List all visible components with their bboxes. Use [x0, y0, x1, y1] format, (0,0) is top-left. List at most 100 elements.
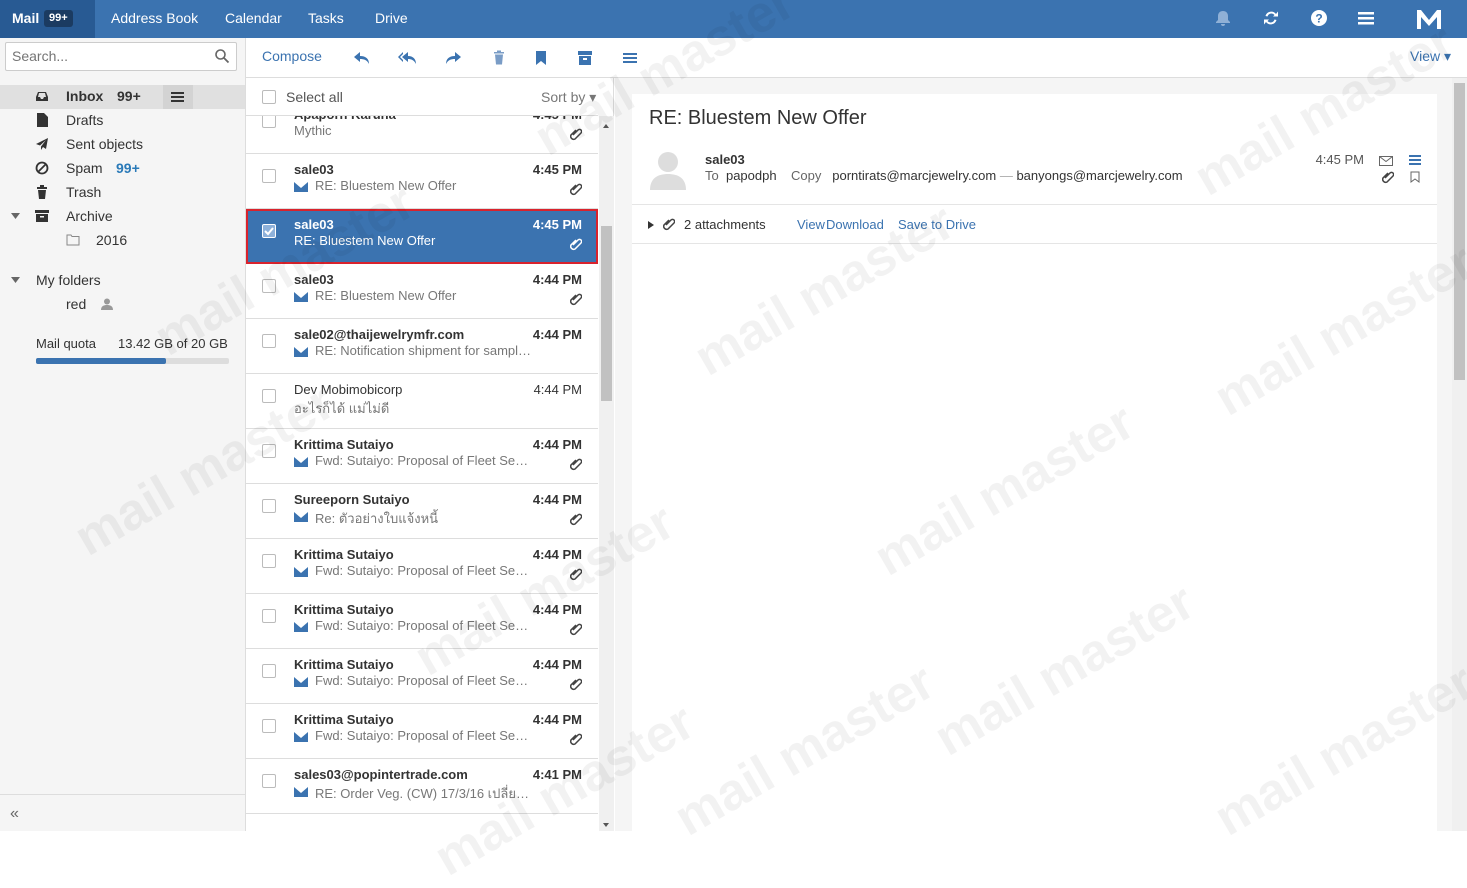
list-item[interactable]: Krittima Sutaiyo 4:44 PM Fwd: Sutaiyo: Pro… [246, 429, 598, 484]
message-checkbox[interactable] [262, 664, 276, 678]
paperclip-icon [569, 732, 583, 746]
message-sender: sale03 [294, 162, 334, 177]
search-icon[interactable] [214, 48, 230, 64]
trash-icon [37, 185, 47, 199]
folder-red[interactable]: red [0, 293, 245, 317]
cc-recipient-1[interactable]: porntirats@marcjewelry.com [832, 168, 996, 183]
message-checkbox[interactable] [262, 116, 276, 128]
collapse-sidebar-icon[interactable]: « [10, 805, 19, 823]
to-recipient[interactable]: papodph [726, 168, 777, 183]
help-icon[interactable]: ? [1309, 9, 1329, 29]
message-checkbox[interactable] [262, 554, 276, 568]
list-item[interactable]: Dev Mobimobicorp 4:44 PM อะไรก็ได้ แม่ไม่ด… [246, 374, 598, 429]
list-item[interactable]: Krittima Sutaiyo 4:44 PM Fwd: Sutaiyo: Pro… [246, 704, 598, 759]
search-box[interactable] [5, 42, 237, 71]
folder-inbox[interactable]: Inbox 99+ [0, 85, 245, 109]
list-item[interactable]: Krittima Sutaiyo 4:44 PM Fwd: Sutaiyo: Pro… [246, 594, 598, 649]
envelope-icon [294, 347, 308, 357]
menu-icon[interactable] [1356, 9, 1376, 29]
reader-scrollbar[interactable] [1452, 78, 1467, 831]
folder-archive-2016[interactable]: 2016 [0, 229, 245, 253]
list-item[interactable]: Sureeporn Sutaiyo 4:44 PM Re: ตัวอย่างใบแจ… [246, 484, 598, 539]
bookmark-icon[interactable] [532, 49, 550, 67]
nav-address-book[interactable]: Address Book [111, 10, 198, 26]
folder-spam[interactable]: Spam 99+ [0, 157, 245, 181]
cc-recipient-2[interactable]: banyongs@marcjewelry.com [1016, 168, 1182, 183]
message-time: 4:44 PM [532, 327, 582, 342]
compose-button[interactable]: Compose [262, 48, 322, 64]
delete-icon[interactable] [490, 49, 508, 67]
folder-sent[interactable]: Sent objects [0, 133, 245, 157]
save-to-drive-link[interactable]: Save to Drive [898, 217, 976, 232]
search-input[interactable] [12, 48, 207, 64]
message-subject: Fwd: Sutaiyo: Proposal of Fleet Semina..… [315, 728, 535, 743]
folder-trash[interactable]: Trash [0, 181, 245, 205]
message-checkbox[interactable] [262, 334, 276, 348]
folder-archive[interactable]: Archive [0, 205, 245, 229]
bookmark-icon[interactable] [1410, 171, 1420, 183]
view-dropdown[interactable]: View ▾ [1410, 48, 1451, 65]
caret-right-icon[interactable] [648, 221, 654, 229]
download-attachments-link[interactable]: Download [826, 217, 884, 232]
message-checkbox[interactable] [262, 499, 276, 513]
mailmaster-logo-icon [1416, 8, 1442, 30]
nav-drive[interactable]: Drive [375, 10, 408, 26]
folder-inbox-label: Inbox [66, 88, 104, 104]
message-sender: Krittima Sutaiyo [294, 712, 394, 727]
list-item[interactable]: sale03 4:45 PM RE: Bluestem New Offer [246, 154, 598, 209]
message-checkbox[interactable] [262, 389, 276, 403]
message-time: 4:45 PM [532, 162, 582, 177]
paperclip-icon [569, 292, 583, 306]
list-item[interactable]: sale03 4:44 PM RE: Bluestem New Offer [246, 264, 598, 319]
sort-by-dropdown[interactable]: Sort by ▾ [541, 89, 596, 106]
nav-tasks[interactable]: Tasks [308, 10, 344, 26]
attachments-count: 2 attachments [684, 217, 766, 232]
attachments-row: 2 attachments View Download Save to Driv… [632, 204, 1437, 244]
envelope-icon [294, 732, 308, 742]
message-checkbox[interactable] [262, 609, 276, 623]
folder-drafts[interactable]: Drafts [0, 109, 245, 133]
list-item[interactable]: Krittima Sutaiyo 4:44 PM Fwd: Sutaiyo: Pro… [246, 539, 598, 594]
list-scrollbar[interactable] [599, 116, 614, 831]
caret-down-icon[interactable] [11, 213, 20, 219]
top-bar: Mail 99+ Address Book Calendar Tasks Dri… [0, 0, 1467, 38]
view-attachments-link[interactable]: View [797, 217, 825, 232]
list-item[interactable]: sale03 4:45 PM RE: Bluestem New Offer [246, 209, 598, 264]
reply-all-icon[interactable] [398, 49, 416, 67]
folder-menu-button[interactable] [163, 85, 193, 109]
message-checkbox[interactable] [262, 279, 276, 293]
reply-icon[interactable] [353, 49, 371, 67]
message-time: 4:41 PM [532, 767, 582, 782]
mail-tab[interactable]: Mail 99+ [0, 0, 95, 38]
message-checkbox[interactable] [262, 444, 276, 458]
bell-icon[interactable] [1213, 9, 1233, 29]
sender-name[interactable]: sale03 [705, 152, 745, 167]
forward-icon[interactable] [444, 49, 462, 67]
message-time: 4:44 PM [532, 437, 582, 452]
list-item[interactable]: sale02@thaijewelrymfr.com 4:44 PM RE: Noti… [246, 319, 598, 374]
caret-down-icon[interactable] [11, 277, 20, 283]
reader-scroll-thumb[interactable] [1454, 83, 1465, 380]
my-folders-header[interactable]: My folders [0, 269, 245, 293]
more-menu-icon[interactable] [621, 49, 639, 67]
message-sender: Krittima Sutaiyo [294, 437, 394, 452]
message-checkbox[interactable] [262, 169, 276, 183]
refresh-icon[interactable] [1261, 9, 1281, 29]
draft-icon [37, 113, 48, 127]
archive-icon[interactable] [576, 49, 594, 67]
message-checkbox[interactable] [262, 719, 276, 733]
message-subject: อะไรก็ได้ แม่ไม่ดี [294, 401, 390, 416]
list-item[interactable]: sales03@popintertrade.com 4:41 PM RE: Orde… [246, 759, 598, 814]
envelope-icon[interactable] [1379, 156, 1393, 166]
list-scroll-thumb[interactable] [601, 226, 612, 401]
message-checkbox[interactable] [262, 224, 276, 238]
list-item[interactable]: Apaporn Karuna 4:45 PM Mythic [246, 116, 598, 154]
list-item[interactable]: Krittima Sutaiyo 4:44 PM Fwd: Sutaiyo: Pro… [246, 649, 598, 704]
message-time: 4:44 PM [532, 712, 582, 727]
send-icon [36, 138, 48, 150]
message-menu-icon[interactable] [1409, 154, 1421, 166]
nav-calendar[interactable]: Calendar [225, 10, 282, 26]
message-checkbox[interactable] [262, 774, 276, 788]
select-all-checkbox[interactable] [262, 90, 276, 104]
message-sender: sales03@popintertrade.com [294, 767, 468, 782]
